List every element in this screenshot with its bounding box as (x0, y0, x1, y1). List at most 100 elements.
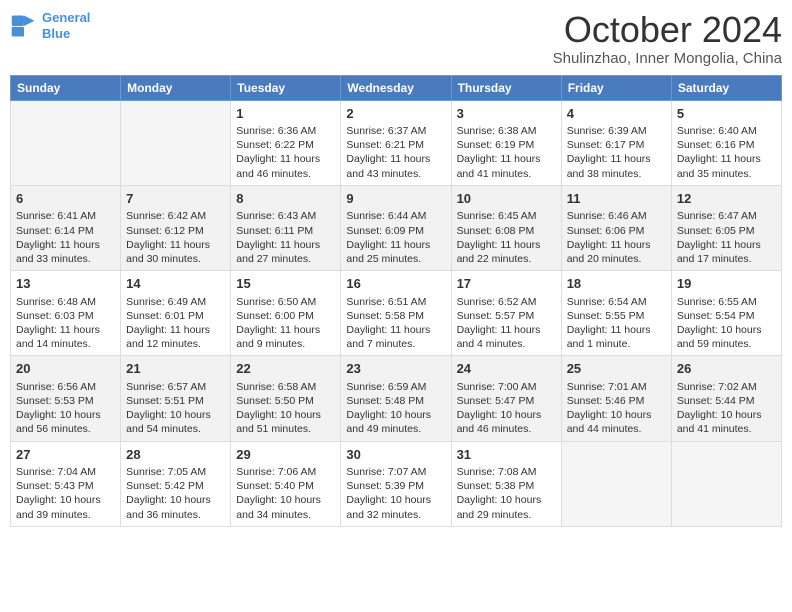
day-number: 7 (126, 190, 225, 208)
day-number: 28 (126, 446, 225, 464)
day-info: Sunrise: 6:40 AMSunset: 6:16 PMDaylight:… (677, 124, 776, 181)
title-area: October 2024 Shulinzhao, Inner Mongolia,… (553, 10, 782, 67)
day-number: 14 (126, 275, 225, 293)
day-info: Sunrise: 7:08 AMSunset: 5:38 PMDaylight:… (457, 465, 556, 522)
calendar-cell: 17Sunrise: 6:52 AMSunset: 5:57 PMDayligh… (451, 271, 561, 356)
day-number: 15 (236, 275, 335, 293)
day-info: Sunrise: 6:44 AMSunset: 6:09 PMDaylight:… (346, 209, 445, 266)
day-info: Sunrise: 7:04 AMSunset: 5:43 PMDaylight:… (16, 465, 115, 522)
calendar-cell: 9Sunrise: 6:44 AMSunset: 6:09 PMDaylight… (341, 185, 451, 270)
header-monday: Monday (121, 75, 231, 100)
calendar-cell: 23 Sunrise: 6:59 AMSunset: 5:48 PMDayligh… (341, 356, 451, 441)
day-number: 29 (236, 446, 335, 464)
day-info: Sunrise: 6:51 AMSunset: 5:58 PMDaylight:… (346, 295, 445, 352)
day-info: Sunrise: 6:49 AMSunset: 6:01 PMDaylight:… (126, 295, 225, 352)
day-number: 4 (567, 105, 666, 123)
calendar-cell: 1Sunrise: 6:36 AMSunset: 6:22 PMDaylight… (231, 100, 341, 185)
week-row-4: 20 Sunrise: 6:56 AMSunset: 5:53 PMDayligh… (11, 356, 782, 441)
calendar-cell (671, 441, 781, 526)
day-number: 19 (677, 275, 776, 293)
logo-general: General (42, 10, 90, 25)
day-number: 22 (236, 360, 335, 378)
calendar-cell: 11Sunrise: 6:46 AMSunset: 6:06 PMDayligh… (561, 185, 671, 270)
calendar-cell (11, 100, 121, 185)
calendar-cell: 3Sunrise: 6:38 AMSunset: 6:19 PMDaylight… (451, 100, 561, 185)
calendar-cell: 22 Sunrise: 6:58 AMSunset: 5:50 PMDayligh… (231, 356, 341, 441)
week-row-3: 13 Sunrise: 6:48 AMSunset: 6:03 PMDayligh… (11, 271, 782, 356)
day-info: Sunrise: 6:59 AMSunset: 5:48 PMDaylight:… (346, 380, 445, 437)
calendar-cell: 19 Sunrise: 6:55 AMSunset: 5:54 PMDayligh… (671, 271, 781, 356)
calendar-cell: 4Sunrise: 6:39 AMSunset: 6:17 PMDaylight… (561, 100, 671, 185)
day-info: Sunrise: 6:54 AMSunset: 5:55 PMDaylight:… (567, 295, 666, 352)
week-row-1: 1Sunrise: 6:36 AMSunset: 6:22 PMDaylight… (11, 100, 782, 185)
day-number: 9 (346, 190, 445, 208)
weekday-header-row: SundayMondayTuesdayWednesdayThursdayFrid… (11, 75, 782, 100)
header-thursday: Thursday (451, 75, 561, 100)
day-info: Sunrise: 6:55 AMSunset: 5:54 PMDaylight:… (677, 295, 776, 352)
day-number: 8 (236, 190, 335, 208)
day-number: 24 (457, 360, 556, 378)
day-number: 13 (16, 275, 115, 293)
logo: General Blue (10, 10, 90, 41)
calendar-cell: 24 Sunrise: 7:00 AMSunset: 5:47 PMDayligh… (451, 356, 561, 441)
day-info: Sunrise: 6:56 AMSunset: 5:53 PMDaylight:… (16, 380, 115, 437)
calendar-cell: 12Sunrise: 6:47 AMSunset: 6:05 PMDayligh… (671, 185, 781, 270)
calendar-cell: 5Sunrise: 6:40 AMSunset: 6:16 PMDaylight… (671, 100, 781, 185)
day-number: 1 (236, 105, 335, 123)
day-number: 11 (567, 190, 666, 208)
header-saturday: Saturday (671, 75, 781, 100)
header-friday: Friday (561, 75, 671, 100)
day-info: Sunrise: 6:48 AMSunset: 6:03 PMDaylight:… (16, 295, 115, 352)
calendar-cell: 15Sunrise: 6:50 AMSunset: 6:00 PMDayligh… (231, 271, 341, 356)
day-number: 27 (16, 446, 115, 464)
header-tuesday: Tuesday (231, 75, 341, 100)
calendar-cell: 16 Sunrise: 6:51 AMSunset: 5:58 PMDayligh… (341, 271, 451, 356)
day-number: 26 (677, 360, 776, 378)
day-number: 12 (677, 190, 776, 208)
day-info: Sunrise: 7:00 AMSunset: 5:47 PMDaylight:… (457, 380, 556, 437)
day-number: 6 (16, 190, 115, 208)
calendar-cell: 2Sunrise: 6:37 AMSunset: 6:21 PMDaylight… (341, 100, 451, 185)
day-info: Sunrise: 6:58 AMSunset: 5:50 PMDaylight:… (236, 380, 335, 437)
day-info: Sunrise: 7:07 AMSunset: 5:39 PMDaylight:… (346, 465, 445, 522)
day-info: Sunrise: 7:02 AMSunset: 5:44 PMDaylight:… (677, 380, 776, 437)
day-info: Sunrise: 6:42 AMSunset: 6:12 PMDaylight:… (126, 209, 225, 266)
day-info: Sunrise: 6:36 AMSunset: 6:22 PMDaylight:… (236, 124, 335, 181)
day-info: Sunrise: 6:41 AMSunset: 6:14 PMDaylight:… (16, 209, 115, 266)
day-number: 20 (16, 360, 115, 378)
logo-blue: Blue (42, 26, 70, 41)
week-row-2: 6Sunrise: 6:41 AMSunset: 6:14 PMDaylight… (11, 185, 782, 270)
calendar-cell: 18 Sunrise: 6:54 AMSunset: 5:55 PMDayligh… (561, 271, 671, 356)
day-info: Sunrise: 6:37 AMSunset: 6:21 PMDaylight:… (346, 124, 445, 181)
day-number: 23 (346, 360, 445, 378)
calendar-cell: 26 Sunrise: 7:02 AMSunset: 5:44 PMDayligh… (671, 356, 781, 441)
page-header: General Blue October 2024 Shulinzhao, In… (10, 10, 782, 67)
day-info: Sunrise: 6:52 AMSunset: 5:57 PMDaylight:… (457, 295, 556, 352)
calendar-cell: 27Sunrise: 7:04 AMSunset: 5:43 PMDayligh… (11, 441, 121, 526)
calendar-cell: 29Sunrise: 7:06 AMSunset: 5:40 PMDayligh… (231, 441, 341, 526)
day-info: Sunrise: 6:47 AMSunset: 6:05 PMDaylight:… (677, 209, 776, 266)
day-number: 25 (567, 360, 666, 378)
day-info: Sunrise: 6:43 AMSunset: 6:11 PMDaylight:… (236, 209, 335, 266)
calendar-cell: 30Sunrise: 7:07 AMSunset: 5:39 PMDayligh… (341, 441, 451, 526)
week-row-5: 27Sunrise: 7:04 AMSunset: 5:43 PMDayligh… (11, 441, 782, 526)
calendar-cell: 7Sunrise: 6:42 AMSunset: 6:12 PMDaylight… (121, 185, 231, 270)
day-number: 10 (457, 190, 556, 208)
calendar-cell: 28Sunrise: 7:05 AMSunset: 5:42 PMDayligh… (121, 441, 231, 526)
day-number: 30 (346, 446, 445, 464)
day-info: Sunrise: 6:39 AMSunset: 6:17 PMDaylight:… (567, 124, 666, 181)
calendar-cell: 31Sunrise: 7:08 AMSunset: 5:38 PMDayligh… (451, 441, 561, 526)
month-year-title: October 2024 (553, 10, 782, 50)
day-number: 21 (126, 360, 225, 378)
header-wednesday: Wednesday (341, 75, 451, 100)
day-info: Sunrise: 6:46 AMSunset: 6:06 PMDaylight:… (567, 209, 666, 266)
calendar-cell: 10Sunrise: 6:45 AMSunset: 6:08 PMDayligh… (451, 185, 561, 270)
calendar-cell: 21 Sunrise: 6:57 AMSunset: 5:51 PMDayligh… (121, 356, 231, 441)
day-number: 31 (457, 446, 556, 464)
calendar-cell: 8Sunrise: 6:43 AMSunset: 6:11 PMDaylight… (231, 185, 341, 270)
day-info: Sunrise: 6:57 AMSunset: 5:51 PMDaylight:… (126, 380, 225, 437)
calendar-cell: 13 Sunrise: 6:48 AMSunset: 6:03 PMDayligh… (11, 271, 121, 356)
day-number: 3 (457, 105, 556, 123)
day-number: 18 (567, 275, 666, 293)
day-number: 16 (346, 275, 445, 293)
